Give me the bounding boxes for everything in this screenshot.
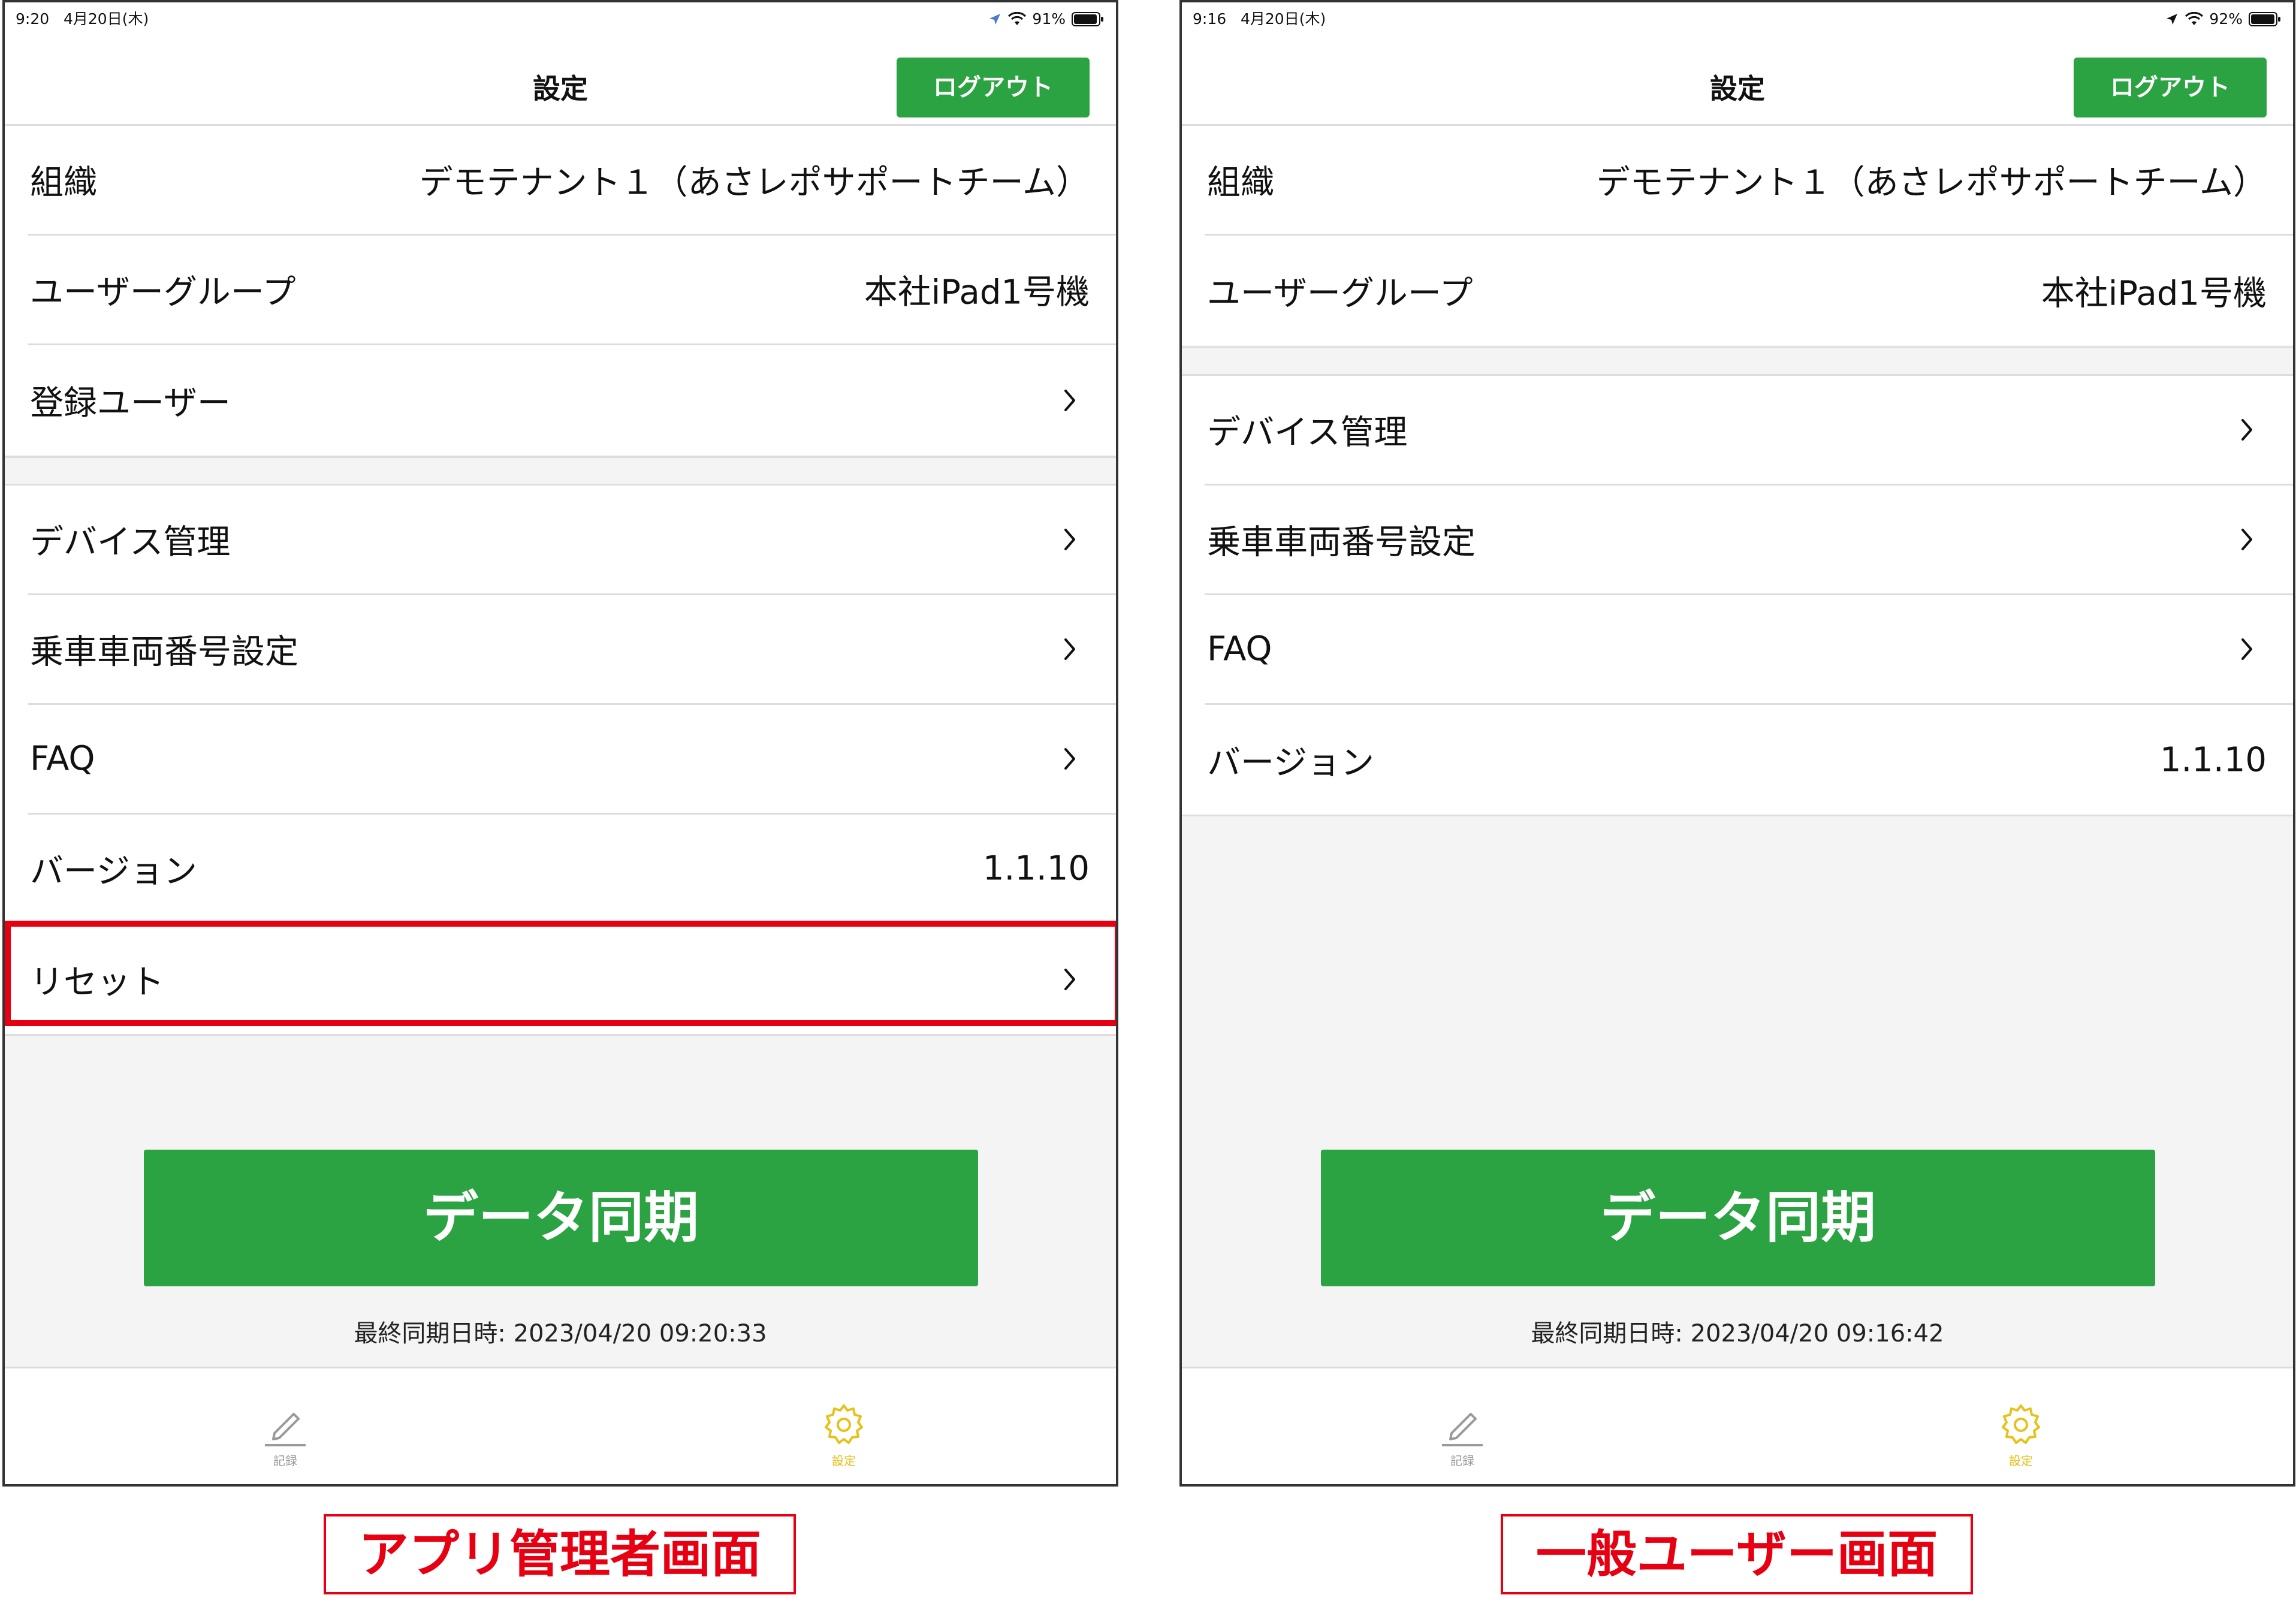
row-value: 本社iPad1号機 [2041,274,2267,313]
last-sync-time: 最終同期日時: 2023/04/20 09:16:42 [1531,1320,1944,1347]
battery-icon [1072,12,1103,26]
tab-settings[interactable]: 設定 [1961,1402,2081,1469]
status-date: 4月20日(木) [63,10,149,28]
row-label: 組織 [1207,163,1274,203]
gear-icon [825,1404,863,1444]
status-bar: 9:16 4月20日(木) 92% [1182,2,2293,36]
tab-bar: 記録 設定 [1182,1367,2293,1484]
row-label: ユーザーグループ [1207,274,1473,313]
status-indicators: 92% [2165,2,2281,36]
status-time-date: 9:20 4月20日(木) [16,2,149,36]
status-indicators: 91% [988,2,1104,36]
row-vehicle-number[interactable]: 乗車車両番号設定 [1205,486,2293,595]
battery-icon [2249,12,2280,26]
tab-label: 記録 [1450,1454,1474,1468]
pencil-icon [265,1413,306,1446]
row-label: FAQ [30,739,95,779]
logout-button[interactable]: ログアウト [897,58,1090,117]
tab-label: 設定 [2009,1454,2033,1468]
row-faq[interactable]: FAQ [28,705,1116,815]
gear-icon [2002,1404,2040,1444]
tab-record[interactable]: 記録 [1402,1402,1522,1469]
row-label: 登録ユーザー [30,384,231,423]
status-date: 4月20日(木) [1240,10,1326,28]
data-sync-button[interactable]: データ同期 [144,1150,978,1286]
chevron-right-icon [1063,637,1076,661]
tab-label: 記録 [273,1454,297,1468]
row-user-group: ユーザーグループ 本社iPad1号機 [28,236,1116,345]
tab-settings[interactable]: 設定 [784,1402,904,1469]
row-label: バージョン [1207,743,1374,782]
row-registered-users[interactable]: 登録ユーザー [28,345,1116,455]
chevron-right-icon [2240,637,2253,661]
account-group: 組織 デモテナント１（あさレポサポートチーム） ユーザーグループ 本社iPad1… [1182,126,2293,345]
row-label: 組織 [30,163,97,203]
tab-bar: 記録 設定 [5,1367,1116,1484]
separator [5,456,1116,458]
user-settings-screen: 9:16 4月20日(木) 92% 設定 ログアウト 組織 デモテナント１（あさ… [1179,0,2295,1487]
tab-record[interactable]: 記録 [225,1402,345,1469]
battery-percent: 92% [2209,10,2243,28]
settings-group: デバイス管理 乗車車両番号設定 FAQ バージョン 1.1.10 [1182,376,2293,815]
row-label: 乗車車両番号設定 [30,632,298,672]
chevron-right-icon [1063,527,1076,551]
data-sync-button[interactable]: データ同期 [1321,1150,2155,1286]
row-label: 乗車車両番号設定 [1207,523,1476,562]
row-label: FAQ [1207,629,1272,669]
logout-button[interactable]: ログアウト [2074,58,2267,117]
row-user-group: ユーザーグループ 本社iPad1号機 [1205,236,2293,345]
location-icon [989,14,1001,25]
wifi-icon [1008,12,1027,25]
admin-caption: アプリ管理者画面 [324,1514,796,1594]
nav-bar: 設定 ログアウト [5,36,1116,126]
location-icon [2167,14,2178,25]
wifi-icon [2185,12,2204,25]
row-label: ユーザーグループ [30,273,296,312]
chevron-right-icon [2240,527,2253,551]
row-vehicle-number[interactable]: 乗車車両番号設定 [28,595,1116,705]
separator [5,1034,1116,1036]
chevron-right-icon [1063,747,1076,771]
row-faq[interactable]: FAQ [1205,595,2293,705]
row-organization: 組織 デモテナント１（あさレポサポートチーム） [1205,126,2293,236]
row-device-management[interactable]: デバイス管理 [1205,376,2293,486]
row-version: バージョン 1.1.10 [28,815,1116,924]
pencil-icon [1442,1413,1483,1446]
chevron-right-icon [1063,388,1076,412]
account-group: 組織 デモテナント１（あさレポサポートチーム） ユーザーグループ 本社iPad1… [5,126,1116,455]
separator [1182,346,2293,348]
status-time: 9:20 [16,10,50,28]
battery-percent: 91% [1032,10,1066,28]
last-sync-time: 最終同期日時: 2023/04/20 09:20:33 [354,1320,767,1347]
row-value: 本社iPad1号機 [864,273,1090,312]
row-device-management[interactable]: デバイス管理 [28,486,1116,595]
separator [1182,815,2293,816]
admin-settings-screen: 9:20 4月20日(木) 91% 設定 ログアウト 組織 デモテナント１（あさ… [2,0,1118,1487]
nav-bar: 設定 ログアウト [1182,36,2293,126]
row-version: バージョン 1.1.10 [1205,705,2293,815]
user-caption: 一般ユーザー画面 [1501,1514,1973,1594]
status-bar: 9:20 4月20日(木) 91% [5,2,1116,36]
chevron-right-icon [2240,418,2253,442]
row-label: デバイス管理 [30,523,231,562]
status-time: 9:16 [1193,10,1227,28]
row-label: デバイス管理 [1207,413,1408,453]
row-value: 1.1.10 [982,849,1090,888]
tab-label: 設定 [832,1454,856,1468]
status-time-date: 9:16 4月20日(木) [1193,2,1326,36]
row-value: デモテナント１（あさレポサポートチーム） [1596,163,2267,203]
row-label: バージョン [30,852,197,891]
row-value: デモテナント１（あさレポサポートチーム） [419,163,1090,203]
row-value: 1.1.10 [2159,740,2267,779]
row-organization: 組織 デモテナント１（あさレポサポートチーム） [28,126,1116,236]
reset-highlight-box [5,921,1116,1026]
